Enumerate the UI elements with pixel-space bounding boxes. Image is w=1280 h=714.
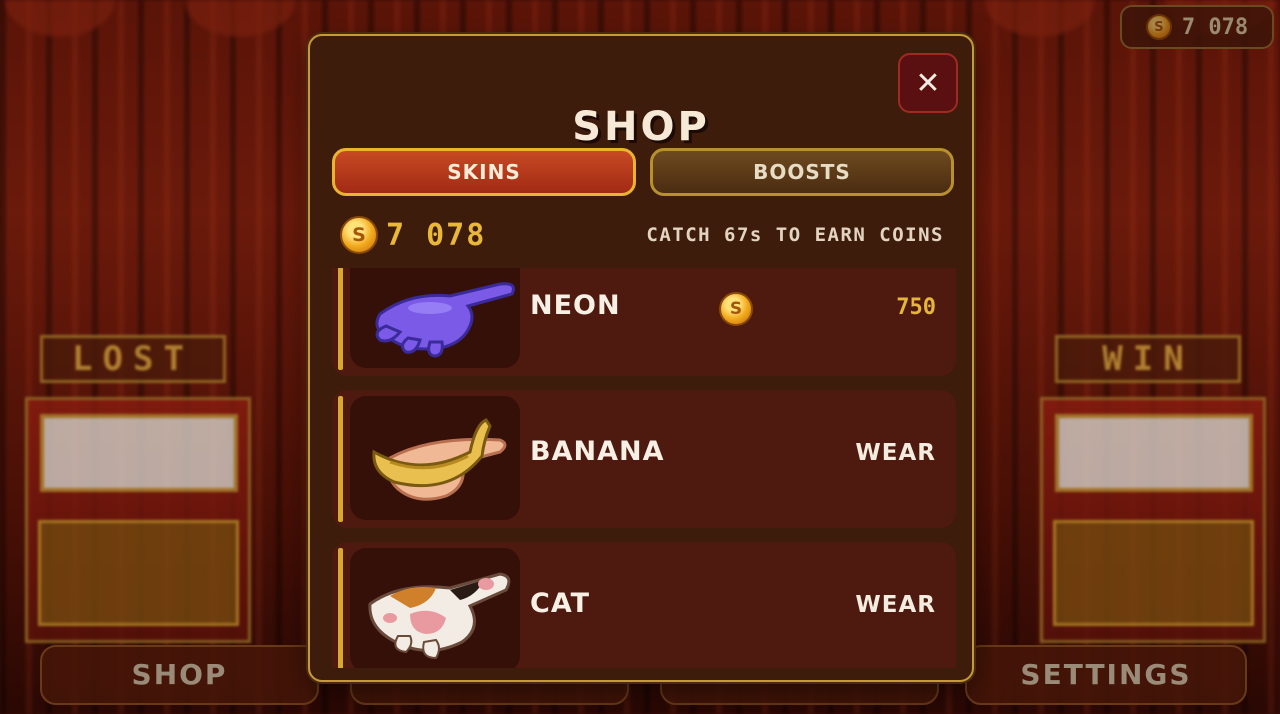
coin-icon bbox=[719, 292, 753, 326]
close-icon: ✕ bbox=[915, 65, 941, 101]
machine-reels bbox=[40, 414, 238, 492]
item-accent-bar bbox=[338, 396, 343, 522]
wear-button[interactable]: WEAR bbox=[855, 440, 936, 466]
machine-plate bbox=[1053, 520, 1254, 626]
coin-balance-value: 7 078 bbox=[386, 217, 487, 253]
item-accent-bar bbox=[338, 548, 343, 668]
banana-hand-icon bbox=[350, 396, 520, 520]
item-name: BANANA bbox=[530, 436, 665, 467]
neon-hand-icon bbox=[350, 268, 520, 368]
item-accent-bar bbox=[338, 268, 343, 370]
skins-list[interactable]: NEON 750 BANANA WEAR bbox=[332, 268, 956, 668]
coin-balance: 7 078 bbox=[340, 216, 486, 254]
machine-body bbox=[1040, 397, 1266, 643]
skin-item-neon[interactable]: NEON 750 bbox=[332, 268, 956, 376]
header-coin-value: 7 078 bbox=[1181, 14, 1249, 40]
shop-modal: SHOP ✕ SKINS BOOSTS 7 078 CATCH 67s TO E… bbox=[308, 34, 974, 682]
cat-paw-icon bbox=[350, 548, 520, 668]
machine-reels bbox=[1055, 414, 1253, 492]
wear-button[interactable]: WEAR bbox=[855, 592, 936, 618]
machine-sign-win: WIN bbox=[1055, 335, 1241, 383]
machine-plate bbox=[38, 520, 239, 626]
item-price[interactable]: 750 bbox=[896, 295, 936, 320]
tab-boosts[interactable]: BOOSTS bbox=[650, 148, 954, 196]
earn-coins-hint: CATCH 67s TO EARN COINS bbox=[646, 224, 944, 246]
nav-settings-button[interactable]: SETTINGS bbox=[965, 645, 1247, 705]
slot-machine-win: WIN bbox=[1040, 335, 1270, 643]
coin-icon bbox=[340, 216, 378, 254]
modal-title: SHOP bbox=[572, 104, 710, 150]
close-button[interactable]: ✕ bbox=[898, 53, 958, 113]
nav-shop-button[interactable]: SHOP bbox=[40, 645, 319, 705]
skin-item-banana[interactable]: BANANA WEAR bbox=[332, 390, 956, 528]
item-name: NEON bbox=[530, 290, 621, 321]
skin-item-cat[interactable]: CAT WEAR bbox=[332, 542, 956, 668]
coin-icon bbox=[1145, 14, 1172, 40]
header-coin-balance: 7 078 bbox=[1120, 5, 1274, 49]
machine-sign-lost: LOST bbox=[40, 335, 226, 383]
slot-machine-lost: LOST bbox=[25, 335, 255, 643]
machine-body bbox=[25, 397, 251, 643]
item-name: CAT bbox=[530, 588, 591, 619]
tab-skins[interactable]: SKINS bbox=[332, 148, 636, 196]
